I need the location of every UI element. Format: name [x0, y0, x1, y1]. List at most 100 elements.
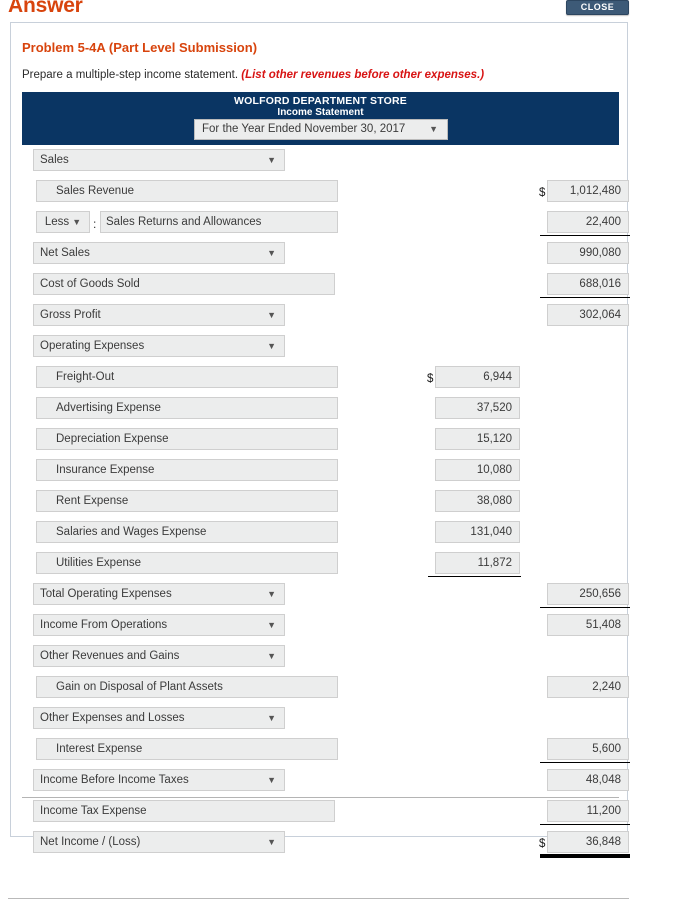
line-item-select-income-before-income-taxes[interactable]: Income Before Income Taxes ▼: [33, 769, 285, 791]
line-item-select-net-income-loss[interactable]: Net Income / (Loss) ▼: [33, 831, 285, 853]
line-item-field-advertising-expense[interactable]: Advertising Expense: [36, 397, 338, 419]
panel-footer-divider: [22, 797, 619, 798]
less-select-value: Less: [44, 216, 70, 228]
line-item-label: Total Operating Expenses: [40, 588, 172, 600]
amount-field-mid-utilities-expense[interactable]: 11,872: [435, 552, 520, 574]
statement-row: Gain on Disposal of Plant Assets 2,240: [22, 672, 629, 703]
amount-field-right-income-before-income-taxes[interactable]: 48,048: [547, 769, 629, 791]
line-item-field-cost-of-goods-sold[interactable]: Cost of Goods Sold: [33, 273, 335, 295]
statement-row: Other Revenues and Gains ▼: [22, 641, 619, 672]
period-select-value: For the Year Ended November 30, 2017: [202, 123, 406, 135]
amount-field-mid-advertising-expense[interactable]: 37,520: [435, 397, 520, 419]
statement-row: Freight-Out $6,944: [22, 362, 619, 393]
statement-row: Cost of Goods Sold 688,016: [22, 269, 630, 300]
statement-row: Other Expenses and Losses ▼: [22, 703, 619, 734]
problem-heading: Problem 5-4A (Part Level Submission): [22, 40, 258, 55]
statement-title: Income Statement: [277, 107, 364, 118]
amount-field-right-income-tax-expense[interactable]: 11,200: [547, 800, 629, 822]
amount-field-right-interest-expense[interactable]: 5,600: [547, 738, 629, 760]
line-item-label: Operating Expenses: [40, 340, 145, 352]
amount-field-right-net-income-loss[interactable]: 36,848: [547, 831, 629, 853]
line-item-select-total-operating-expenses[interactable]: Total Operating Expenses ▼: [33, 583, 285, 605]
statement-row: Utilities Expense 11,872: [22, 548, 619, 579]
amount-field-right-gain-on-disposal-of-plant-assets[interactable]: 2,240: [547, 676, 629, 698]
amount-field-right-cost-of-goods-sold[interactable]: 688,016: [547, 273, 629, 295]
line-item-field-gain-on-disposal-of-plant-assets[interactable]: Gain on Disposal of Plant Assets: [36, 676, 338, 698]
line-item-label: Other Revenues and Gains: [40, 650, 180, 662]
line-item-select-income-from-operations[interactable]: Income From Operations ▼: [33, 614, 285, 636]
chevron-down-icon: ▼: [267, 775, 276, 785]
statement-row: Rent Expense 38,080: [22, 486, 619, 517]
line-item-select-other-revenues-and-gains[interactable]: Other Revenues and Gains ▼: [33, 645, 285, 667]
amount-field-right-income-from-operations[interactable]: 51,408: [547, 614, 629, 636]
chevron-down-icon: ▼: [267, 620, 276, 630]
total-double-rule: [540, 854, 630, 858]
line-item-field-depreciation-expense[interactable]: Depreciation Expense: [36, 428, 338, 450]
chevron-down-icon: ▼: [267, 155, 276, 165]
chevron-down-icon: ▼: [267, 589, 276, 599]
statement-row: Net Income / (Loss) ▼ $36,848: [22, 827, 630, 858]
income-statement: WOLFORD DEPARTMENT STORE Income Statemen…: [22, 92, 630, 858]
close-button[interactable]: CLOSE: [566, 0, 629, 15]
chevron-down-icon: ▼: [267, 341, 276, 351]
line-item-select-operating-expenses[interactable]: Operating Expenses ▼: [33, 335, 285, 357]
colon-separator: :: [93, 217, 97, 231]
amount-field-mid-insurance-expense[interactable]: 10,080: [435, 459, 520, 481]
line-item-select-net-sales[interactable]: Net Sales ▼: [33, 242, 285, 264]
amount-field-right-sales-returns-and-allowances[interactable]: 22,400: [547, 211, 629, 233]
line-item-field-interest-expense[interactable]: Interest Expense: [36, 738, 338, 760]
statement-row: Income Tax Expense 11,200: [22, 796, 630, 827]
statement-row: Sales ▼: [22, 145, 619, 176]
amount-field-mid-salaries-and-wages-expense[interactable]: 131,040: [435, 521, 520, 543]
chevron-down-icon: ▼: [267, 837, 276, 847]
chevron-down-icon: ▼: [429, 124, 438, 134]
line-item-select-other-expenses-and-losses[interactable]: Other Expenses and Losses ▼: [33, 707, 285, 729]
amount-field-right-total-operating-expenses[interactable]: 250,656: [547, 583, 629, 605]
line-item-label: Net Sales: [40, 247, 90, 259]
chevron-down-icon: ▼: [72, 217, 82, 227]
subtotal-rule: [428, 576, 521, 577]
statement-row: Insurance Expense 10,080: [22, 455, 619, 486]
line-item-field-utilities-expense[interactable]: Utilities Expense: [36, 552, 338, 574]
dollar-sign: $: [427, 373, 434, 385]
statement-rows: Sales ▼ Sales Revenue $1,012,480 Less ▼: Sales…: [22, 145, 630, 858]
statement-row: Interest Expense 5,600: [22, 734, 630, 765]
subtotal-rule: [540, 235, 630, 236]
line-item-select-gross-profit[interactable]: Gross Profit ▼: [33, 304, 285, 326]
line-item-field-rent-expense[interactable]: Rent Expense: [36, 490, 338, 512]
chevron-down-icon: ▼: [267, 248, 276, 258]
chevron-down-icon: ▼: [267, 651, 276, 661]
statement-row: Depreciation Expense 15,120: [22, 424, 619, 455]
amount-field-right-sales-revenue[interactable]: 1,012,480: [547, 180, 629, 202]
period-select[interactable]: For the Year Ended November 30, 2017 ▼: [194, 119, 448, 140]
statement-row: Gross Profit ▼ 302,064: [22, 300, 629, 331]
line-item-field-income-tax-expense[interactable]: Income Tax Expense: [33, 800, 335, 822]
less-select[interactable]: Less ▼: [36, 211, 90, 233]
chevron-down-icon: ▼: [267, 310, 276, 320]
amount-field-right-net-sales[interactable]: 990,080: [547, 242, 629, 264]
amount-field-mid-freight-out[interactable]: 6,944: [435, 366, 520, 388]
dollar-sign: $: [539, 187, 546, 199]
line-item-field-sales-returns-and-allowances[interactable]: Sales Returns and Allowances: [100, 211, 338, 233]
statement-row: Operating Expenses ▼: [22, 331, 619, 362]
line-item-label: Net Income / (Loss): [40, 836, 141, 848]
page-title: Answer: [8, 0, 83, 17]
subtotal-rule: [540, 297, 630, 298]
subtotal-rule: [540, 824, 630, 825]
line-item-select-sales[interactable]: Sales ▼: [33, 149, 285, 171]
statement-row: Income From Operations ▼ 51,408: [22, 610, 629, 641]
statement-row: Income Before Income Taxes ▼ 48,048: [22, 765, 629, 796]
line-item-field-salaries-and-wages-expense[interactable]: Salaries and Wages Expense: [36, 521, 338, 543]
line-item-field-freight-out[interactable]: Freight-Out: [36, 366, 338, 388]
line-item-field-sales-revenue[interactable]: Sales Revenue: [36, 180, 338, 202]
statement-row: Salaries and Wages Expense 131,040: [22, 517, 619, 548]
amount-field-mid-rent-expense[interactable]: 38,080: [435, 490, 520, 512]
line-item-label: Income Before Income Taxes: [40, 774, 189, 786]
statement-row: Net Sales ▼ 990,080: [22, 238, 629, 269]
amount-field-right-gross-profit[interactable]: 302,064: [547, 304, 629, 326]
subtotal-rule: [540, 607, 630, 608]
amount-field-mid-depreciation-expense[interactable]: 15,120: [435, 428, 520, 450]
statement-row: Less ▼: Sales Returns and Allowances 22,400: [22, 207, 630, 238]
statement-row: Advertising Expense 37,520: [22, 393, 619, 424]
line-item-field-insurance-expense[interactable]: Insurance Expense: [36, 459, 338, 481]
